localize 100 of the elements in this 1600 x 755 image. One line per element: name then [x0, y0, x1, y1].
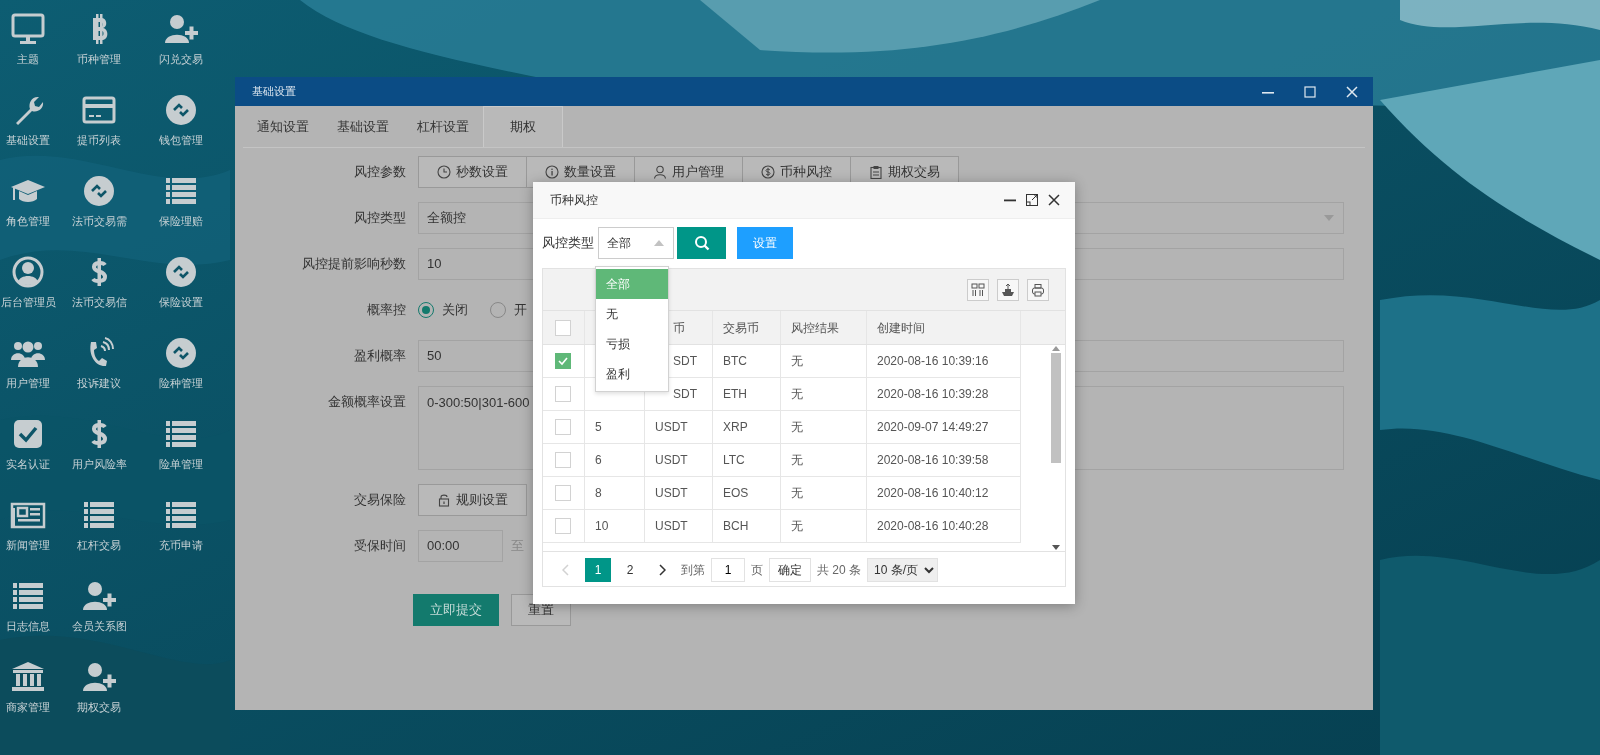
checkbox[interactable] — [555, 353, 571, 369]
print-icon — [1031, 282, 1045, 297]
search-button[interactable] — [677, 227, 726, 259]
radio-label[interactable]: 关闭 — [442, 300, 468, 320]
maximize-icon[interactable] — [1303, 84, 1317, 99]
link-circle-icon[interactable] — [81, 174, 117, 208]
table-cell: EOS — [713, 477, 781, 509]
info-icon — [545, 165, 559, 179]
table-cell: USDT — [645, 444, 713, 476]
columns-button[interactable] — [967, 278, 989, 301]
table-cell: 无 — [781, 444, 867, 476]
table-cell: ETH — [713, 378, 781, 410]
desktop-icon-label[interactable]: 新闻管理 — [6, 538, 50, 552]
desktop-icon-label[interactable]: 险种管理 — [159, 376, 203, 390]
desktop-icon-label[interactable]: 角色管理 — [6, 214, 50, 228]
rules-button[interactable]: 规则设置 — [418, 484, 527, 516]
desktop-icon-label[interactable]: 投诉建议 — [77, 376, 121, 390]
desktop-icon-label[interactable]: 保险设置 — [159, 295, 203, 309]
checkbox[interactable] — [555, 485, 571, 501]
table-cell: 2020-08-16 10:39:58 — [867, 444, 1021, 476]
table-cell: 2020-09-07 14:49:27 — [867, 411, 1021, 443]
desktop-icon-label[interactable]: 险单管理 — [159, 457, 203, 471]
table-cell: 无 — [781, 477, 867, 509]
desktop-icon-label[interactable]: 用户管理 — [6, 376, 50, 390]
field-label: 风控参数 — [353, 163, 407, 182]
radio-label[interactable]: 开 — [514, 300, 527, 320]
field-label: 金额概率设置 — [327, 393, 407, 411]
check-icon — [557, 355, 569, 367]
export-button[interactable] — [997, 278, 1019, 301]
scrollbar[interactable] — [1049, 345, 1063, 551]
desktop-icon-label[interactable]: 钱包管理 — [159, 133, 203, 147]
desktop-icon-label[interactable]: 期权交易 — [77, 700, 121, 714]
desktop-icon-label[interactable]: 日志信息 — [6, 619, 50, 633]
checkbox[interactable] — [555, 319, 571, 336]
dialog-title: 币种风控 — [550, 192, 599, 209]
desktop-icon-label[interactable]: 闪兑交易 — [159, 52, 203, 66]
desktop-icon-label[interactable]: 杠杆交易 — [77, 538, 121, 552]
field-label: 受保时间 — [353, 537, 407, 556]
search-icon — [693, 235, 710, 251]
link-circle-icon[interactable] — [163, 93, 199, 127]
checkbox[interactable] — [555, 419, 571, 435]
tab[interactable]: 杠杆设置 — [403, 106, 483, 147]
filter-label: 风控类型 — [542, 234, 594, 253]
time-field[interactable]: 00:00 — [418, 530, 503, 562]
confirm-button[interactable]: 确定 — [769, 557, 811, 582]
checkbox[interactable] — [555, 452, 571, 468]
dollar-circle-icon — [761, 165, 775, 179]
link-circle-icon[interactable] — [163, 255, 199, 289]
desktop-icon-label[interactable]: 法币交易需 — [71, 214, 127, 228]
checkbox[interactable] — [555, 518, 571, 534]
table-cell: BCH — [713, 510, 781, 542]
window-title: 基础设置 — [252, 84, 297, 100]
table-cell: USDT — [645, 510, 713, 542]
table-cell: 2020-08-16 10:39:16 — [867, 345, 1021, 377]
user-plus-icon[interactable] — [81, 579, 117, 613]
tab[interactable]: 期权 — [483, 106, 563, 147]
desktop-icon-label[interactable]: 后台管理员 — [0, 295, 56, 309]
print-button[interactable] — [1027, 278, 1049, 301]
desktop-icon-label[interactable]: 实名认证 — [6, 457, 50, 471]
columns-icon — [971, 282, 985, 297]
bank-icon[interactable] — [10, 660, 46, 694]
desktop-icon-label[interactable]: 提币列表 — [77, 133, 121, 147]
desktop-icon-label[interactable]: 用户风险率 — [71, 457, 127, 471]
page-size-select[interactable]: 10 条/页 — [867, 557, 938, 582]
desktop-icon-label[interactable]: 充币申请 — [159, 538, 203, 552]
checkbox[interactable] — [555, 386, 571, 402]
desktop-icon-label[interactable]: 保险理赔 — [159, 214, 203, 228]
desktop-icon-label[interactable]: 基础设置 — [6, 133, 50, 147]
close-icon[interactable] — [1047, 193, 1061, 207]
goto-label: 到第 — [681, 561, 705, 579]
user-plus-icon[interactable] — [81, 660, 117, 694]
column-header: 风控结果 — [781, 311, 867, 344]
tab[interactable]: 通知设置 — [243, 106, 323, 147]
desktop-icon-label[interactable]: 会员关系图 — [71, 619, 127, 633]
page-input[interactable]: 1 — [711, 557, 745, 582]
select-value: 全额控 — [427, 209, 466, 228]
user-plus-icon[interactable] — [163, 12, 199, 46]
tab[interactable]: 基础设置 — [323, 106, 403, 147]
table-cell: 10 — [585, 510, 645, 542]
table-cell: 2020-08-16 10:39:28 — [867, 378, 1021, 410]
submit-button[interactable]: 立即提交 — [413, 594, 499, 626]
segment-button[interactable]: 秒数设置 — [418, 156, 527, 188]
field-label: 盈利概率 — [353, 347, 407, 366]
monitor-icon[interactable] — [10, 12, 46, 46]
page-button[interactable]: 1 — [585, 557, 611, 582]
desktop-icon-label[interactable]: 币种管理 — [77, 52, 121, 66]
field-label: 风控类型 — [353, 209, 407, 228]
link-circle-icon[interactable] — [163, 336, 199, 370]
table-cell: 无 — [781, 345, 867, 377]
desktop-icon-label[interactable]: 法币交易信 — [71, 295, 127, 309]
column-header: 交易币 — [713, 311, 781, 344]
select-field[interactable]: 全部 — [598, 227, 674, 259]
lock-icon — [437, 493, 451, 507]
total-count: 共 20 条 — [817, 561, 861, 579]
desktop-icon-label[interactable]: 主题 — [17, 52, 39, 66]
desktop-icon-label[interactable]: 商家管理 — [6, 700, 50, 714]
chevron-left-icon — [562, 563, 570, 576]
scroll-down-icon[interactable] — [1052, 545, 1060, 551]
expand-icon[interactable] — [1025, 193, 1039, 207]
user-circle-icon[interactable] — [10, 255, 46, 289]
